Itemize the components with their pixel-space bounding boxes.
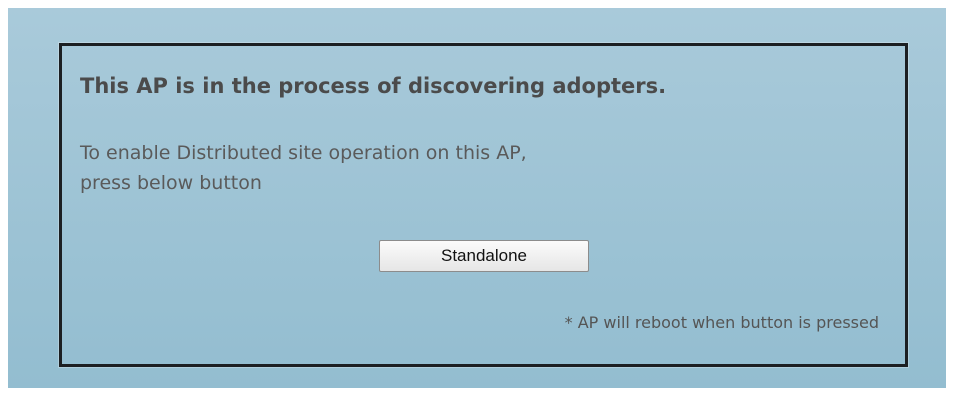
reboot-note: * AP will reboot when button is pressed xyxy=(564,313,879,332)
discovery-dialog: This AP is in the process of discovering… xyxy=(59,43,908,367)
dialog-instructions: To enable Distributed site operation on … xyxy=(80,138,527,198)
dialog-title: This AP is in the process of discovering… xyxy=(80,74,667,98)
instruction-line-2: press below button xyxy=(80,172,262,194)
instruction-line-1: To enable Distributed site operation on … xyxy=(80,142,527,164)
standalone-button[interactable]: Standalone xyxy=(379,240,589,272)
page-background: This AP is in the process of discovering… xyxy=(8,8,946,388)
